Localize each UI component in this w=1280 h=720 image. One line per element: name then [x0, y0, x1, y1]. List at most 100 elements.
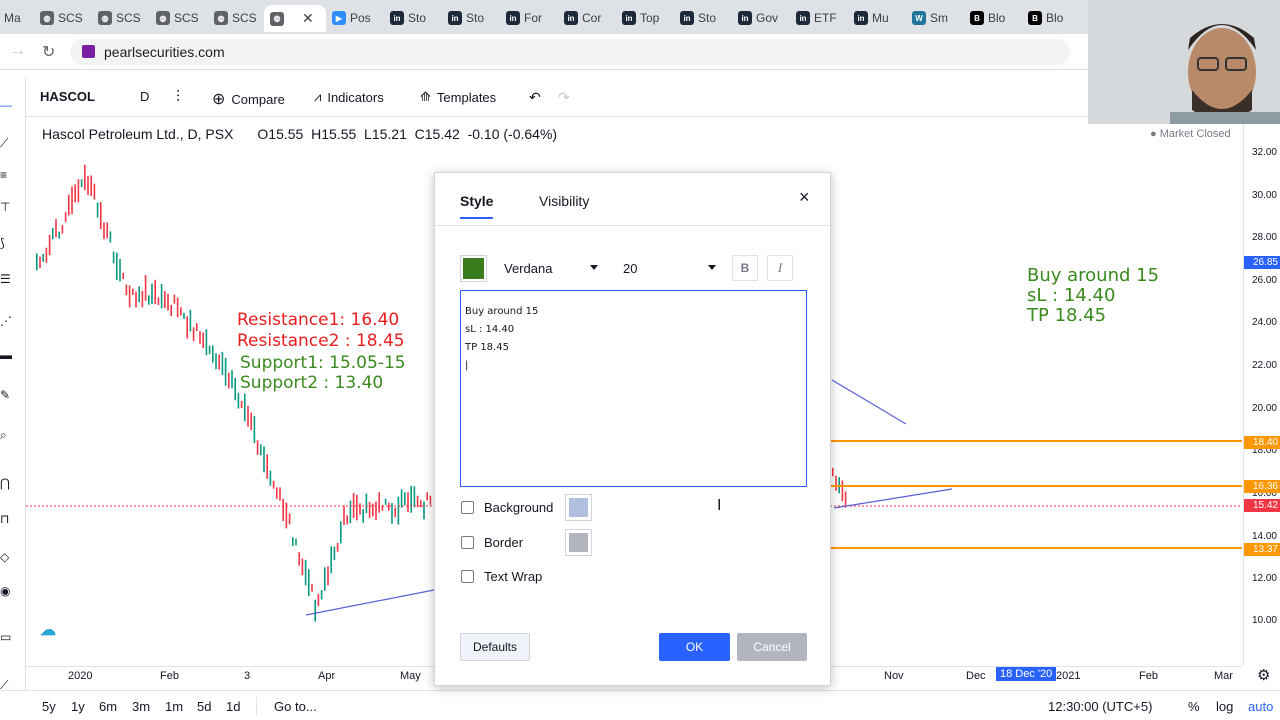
interval-button[interactable]: D [140, 89, 149, 104]
undo-icon[interactable]: ↶ [529, 89, 541, 106]
defaults-button[interactable]: Defaults [460, 633, 530, 661]
templates-button[interactable]: ⟰ Templates [420, 89, 496, 105]
forward-icon[interactable]: → [10, 42, 26, 60]
browser-tab[interactable]: in Top [622, 7, 659, 29]
browser-tab[interactable]: ◍ SCS [214, 7, 257, 29]
browser-tab[interactable]: in For [506, 7, 542, 29]
font-family-select[interactable]: Verdana [494, 255, 606, 281]
brush-icon[interactable]: ⟆ [0, 236, 14, 250]
price-axis[interactable]: 32.00 30.00 28.00 26.00 24.00 22.00 20.0… [1243, 118, 1280, 666]
candle [93, 183, 96, 200]
lock-icon[interactable]: ⊓ [0, 512, 14, 526]
text-tool-icon[interactable]: ☰ [0, 272, 14, 286]
layers-icon[interactable]: ◉ [0, 584, 14, 598]
browser-tab[interactable]: in Mu [854, 7, 889, 29]
clock: 12:30:00 (UTC+5) [1048, 699, 1153, 714]
ok-button[interactable]: OK [659, 633, 730, 661]
browser-tab[interactable]: in Sto [390, 7, 426, 29]
tab-style[interactable]: Style [460, 193, 493, 209]
trendline-icon[interactable]: ⟋ [0, 136, 14, 150]
goto-date-button[interactable]: Go to... [274, 699, 317, 714]
font-size-select[interactable]: 20 [613, 255, 724, 281]
background-checkbox[interactable] [461, 501, 474, 514]
range-6m[interactable]: 6m [99, 699, 117, 714]
text-input-area[interactable]: Buy around 15 sL : 14.40 TP 18.45 | [460, 290, 807, 487]
candle [138, 286, 140, 303]
browser-tab[interactable]: ◍ SCS [98, 7, 141, 29]
candle [74, 184, 76, 203]
magnet-icon[interactable]: ⋂ [0, 476, 14, 490]
eye-icon[interactable]: ◇ [0, 550, 14, 564]
pitchfork-icon[interactable]: ≡ [0, 168, 14, 182]
trade-note-line2[interactable]: sL : 14.40 [1027, 286, 1115, 306]
browser-tab[interactable]: ◍ SCS [40, 7, 83, 29]
zoom-icon[interactable]: ⌕ [0, 428, 14, 442]
reload-icon[interactable]: ↻ [42, 42, 55, 62]
symbol-search[interactable]: HASCOL [40, 89, 95, 104]
range-5y[interactable]: 5y [42, 699, 56, 714]
border-checkbox[interactable] [461, 536, 474, 549]
toolbar-divider [26, 116, 1243, 117]
tab-visibility[interactable]: Visibility [539, 193, 589, 209]
chart-toolbar: HASCOL D ⫶ ⊕ Compare ⩘ Indicators ⟰ Templat… [26, 78, 1086, 116]
settings-gear-icon[interactable]: ⚙ [1257, 666, 1270, 684]
text-wrap-checkbox[interactable] [461, 570, 474, 583]
close-icon[interactable]: × [799, 187, 810, 208]
trade-note-line3[interactable]: TP 18.45 [1027, 306, 1106, 326]
candle [317, 594, 320, 607]
browser-tab[interactable]: Ma [4, 7, 21, 29]
log-toggle[interactable]: log [1216, 699, 1233, 714]
text-color-picker[interactable] [460, 255, 487, 282]
auto-toggle[interactable]: auto [1248, 699, 1273, 714]
fib-icon[interactable]: ⊤ [0, 200, 14, 214]
indicators-button[interactable]: ⩘ Indicators [314, 89, 384, 105]
trade-note-line1[interactable]: Buy around 15 [1027, 266, 1159, 286]
browser-tab[interactable]: in Cor [564, 7, 601, 29]
url-text: pearlsecurities.com [104, 44, 225, 60]
globe-icon: ◍ [214, 11, 228, 25]
address-bar: → ↻ pearlsecurities.com [0, 34, 1088, 70]
border-color-swatch[interactable] [565, 529, 592, 556]
candle [180, 307, 182, 316]
browser-tab[interactable]: W Sm [912, 7, 948, 29]
range-1m[interactable]: 1m [165, 699, 183, 714]
browser-tab-active[interactable]: ◍ ✕ [264, 5, 326, 32]
browser-tab[interactable]: in Gov [738, 7, 778, 29]
trash-icon[interactable]: ▭ [0, 630, 14, 644]
tab-close-icon[interactable]: ✕ [302, 10, 314, 27]
browser-tab[interactable]: B Blo [1028, 7, 1063, 29]
browser-tab[interactable]: in ETF [796, 7, 837, 29]
percent-toggle[interactable]: % [1188, 699, 1200, 714]
browser-tab[interactable]: in Sto [448, 7, 484, 29]
candle [80, 179, 83, 188]
support1-annotation[interactable]: Support1: 15.05-15 [240, 354, 406, 373]
ruler-icon[interactable]: ✎ [0, 388, 14, 402]
candle [276, 487, 278, 499]
compare-button[interactable]: ⊕ Compare [212, 89, 285, 109]
browser-tab[interactable]: ▶ Pos [332, 7, 371, 29]
browser-tab[interactable]: B Blo [970, 7, 1005, 29]
background-color-swatch[interactable] [565, 494, 592, 521]
crosshair-icon[interactable]: — [0, 98, 14, 112]
bar-style-icon[interactable]: ⫶ [176, 89, 180, 107]
resistance1-annotation[interactable]: Resistance1: 16.40 [237, 311, 399, 330]
tab-title: Top [640, 11, 660, 25]
bold-button[interactable]: B [732, 255, 758, 281]
prediction-icon[interactable]: ▬ [0, 348, 14, 362]
italic-button[interactable]: I [767, 255, 793, 281]
resistance2-annotation[interactable]: Resistance2 : 18.45 [237, 332, 405, 351]
symbol-title[interactable]: Hascol Petroleum Ltd., D, PSX [42, 126, 233, 142]
candle [407, 492, 409, 513]
patterns-icon[interactable]: ⋰ [0, 314, 14, 328]
range-1d[interactable]: 1d [226, 699, 240, 714]
zoom-icon: ▶ [332, 11, 346, 25]
range-3m[interactable]: 3m [132, 699, 150, 714]
range-1y[interactable]: 1y [71, 699, 85, 714]
candle [205, 329, 208, 356]
browser-tab[interactable]: ◍ SCS [156, 7, 199, 29]
browser-tab[interactable]: in Sto [680, 7, 716, 29]
support2-annotation[interactable]: Support2 : 13.40 [240, 374, 383, 393]
range-5d[interactable]: 5d [197, 699, 211, 714]
cancel-button[interactable]: Cancel [737, 633, 807, 661]
redo-icon[interactable]: ↷ [558, 89, 570, 106]
